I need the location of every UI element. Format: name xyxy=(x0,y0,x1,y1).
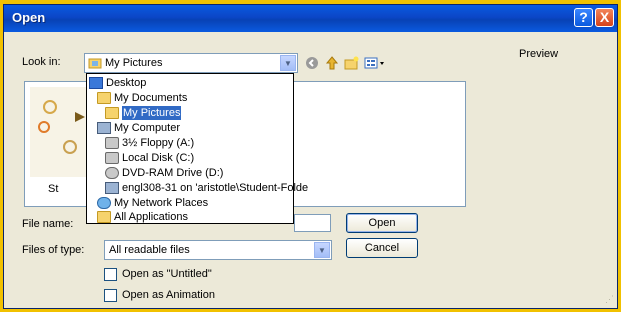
dropdown-item-network-places[interactable]: My Network Places xyxy=(97,196,208,210)
network-drive-icon xyxy=(105,182,119,194)
lookin-dropdown-list[interactable]: Desktop My Documents My Pictures My Comp… xyxy=(86,73,308,224)
folder-icon xyxy=(97,211,111,223)
open-animation-label: Open as Animation xyxy=(122,289,215,301)
open-animation-checkbox[interactable] xyxy=(104,289,117,302)
cancel-button[interactable]: Cancel xyxy=(346,238,418,258)
new-folder-icon[interactable] xyxy=(344,55,360,71)
window-title: Open xyxy=(12,10,46,25)
filetype-value: All readable files xyxy=(109,244,190,256)
lookin-value: My Pictures xyxy=(105,57,163,69)
chevron-down-icon[interactable]: ▼ xyxy=(314,242,330,258)
filetype-select[interactable]: All readable files ▼ xyxy=(104,240,332,260)
desktop-icon xyxy=(89,77,103,89)
dropdown-item-my-computer[interactable]: My Computer xyxy=(97,121,180,135)
file-item-label: St xyxy=(48,183,59,195)
dropdown-item-network-drive[interactable]: engl308-31 on 'aristotle\Student-Folde xyxy=(105,181,308,195)
floppy-icon xyxy=(105,137,119,149)
computer-icon xyxy=(97,122,111,134)
views-menu-icon[interactable] xyxy=(364,55,386,71)
disk-icon xyxy=(105,152,119,164)
folder-icon xyxy=(97,92,111,104)
title-bar[interactable]: Open ? X xyxy=(4,5,617,32)
dropdown-item-floppy[interactable]: 3½ Floppy (A:) xyxy=(105,136,194,150)
dropdown-item-my-pictures[interactable]: My Pictures xyxy=(105,106,182,120)
dropdown-item-local-disk[interactable]: Local Disk (C:) xyxy=(105,151,194,165)
dvd-icon xyxy=(105,167,119,179)
network-icon xyxy=(97,197,111,209)
resize-grip-icon[interactable]: ⋰ xyxy=(605,294,614,305)
open-untitled-label: Open as "Untitled" xyxy=(122,268,212,280)
lookin-select[interactable]: My Pictures ▼ xyxy=(84,53,298,73)
back-icon[interactable] xyxy=(304,55,320,71)
filetype-label: Files of type: xyxy=(22,244,85,256)
up-folder-icon[interactable] xyxy=(324,55,340,71)
dropdown-item-desktop[interactable]: Desktop xyxy=(89,76,146,90)
open-dialog: Open ? X Look in: My Pictures ▼ Preview … xyxy=(3,4,618,309)
open-untitled-checkbox[interactable] xyxy=(104,268,117,281)
open-button[interactable]: Open xyxy=(346,213,418,233)
close-button[interactable]: X xyxy=(595,8,614,27)
folder-icon xyxy=(105,107,119,119)
filename-label: File name: xyxy=(22,218,74,230)
dropdown-item-my-documents[interactable]: My Documents xyxy=(97,91,187,105)
chevron-down-icon[interactable]: ▼ xyxy=(280,55,296,71)
lookin-label: Look in: xyxy=(22,56,61,68)
preview-label: Preview xyxy=(519,48,559,60)
filename-input[interactable] xyxy=(294,214,331,232)
dropdown-item-dvd-drive[interactable]: DVD-RAM Drive (D:) xyxy=(105,166,223,180)
help-button[interactable]: ? xyxy=(574,8,593,27)
dropdown-item-all-applications[interactable]: All Applications xyxy=(97,210,188,224)
